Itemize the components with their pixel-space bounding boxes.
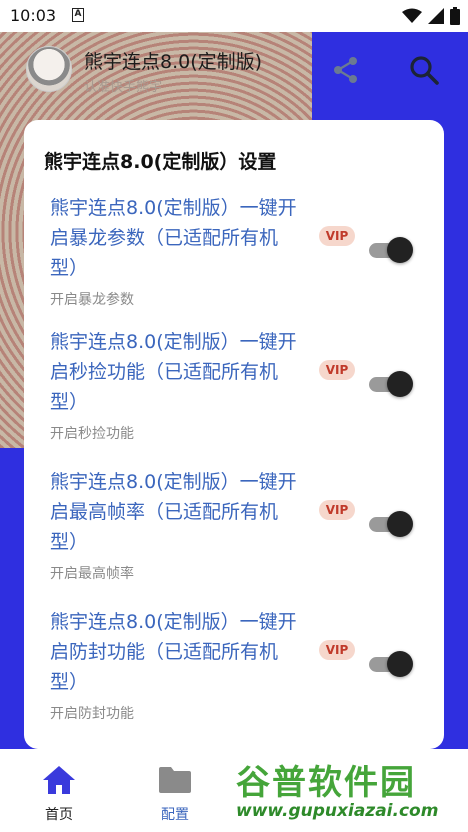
option-row-fangfeng[interactable]: 熊宇连点8.0(定制版）一键开启防封功能（已适配所有机型） VIP 开启防封功能 — [24, 607, 444, 747]
app-title: 熊宇连点8.0(定制版) — [84, 51, 263, 73]
option-row-zhenlv[interactable]: 熊宇连点8.0(定制版）一键开启最高帧率（已适配所有机型） VIP 开启最高帧率 — [24, 467, 444, 607]
toggle-thumb — [387, 511, 413, 537]
vip-badge: VIP — [319, 500, 355, 520]
option-title: 熊宇连点8.0(定制版）一键开启暴龙参数（已适配所有机型） — [50, 197, 297, 279]
option-toggle[interactable] — [369, 511, 415, 537]
nav-home-label: 首页 — [45, 807, 73, 823]
option-subtitle: 开启秒捡功能 — [50, 426, 134, 442]
bottom-navigation: 首页 配置 谷普软件园 www.gupuxiazai.com — [0, 749, 468, 832]
toggle-thumb — [387, 237, 413, 263]
settings-dialog: 熊宇连点8.0(定制版）设置 熊宇连点8.0(定制版）一键开启暴龙参数（已适配所… — [24, 120, 444, 749]
watermark-logo-text: 谷普软件园 — [236, 763, 416, 803]
vip-badge: VIP — [319, 640, 355, 660]
toggle-thumb — [387, 371, 413, 397]
avatar[interactable] — [26, 46, 72, 92]
app-author: 认准快手熊宇 — [84, 80, 163, 95]
search-button[interactable] — [408, 54, 440, 86]
option-toggle[interactable] — [369, 237, 415, 263]
search-icon — [410, 56, 439, 85]
status-time: 10:03 — [10, 6, 57, 25]
nav-config[interactable]: 配置 — [130, 749, 220, 832]
nav-home[interactable]: 首页 — [14, 749, 104, 832]
watermark-url: www.gupuxiazai.com — [236, 801, 439, 821]
home-icon — [43, 766, 75, 794]
app-header: 熊宇连点8.0(定制版) 认准快手熊宇 — [0, 32, 468, 112]
vip-badge: VIP — [319, 226, 355, 246]
notification-icon: A — [72, 8, 84, 22]
option-toggle[interactable] — [369, 651, 415, 677]
watermark: 谷普软件园 www.gupuxiazai.com — [232, 749, 468, 832]
nav-config-label: 配置 — [161, 807, 189, 823]
option-subtitle: 开启防封功能 — [50, 706, 134, 722]
folder-icon — [159, 767, 191, 793]
dialog-title: 熊宇连点8.0(定制版）设置 — [44, 151, 277, 173]
option-toggle[interactable] — [369, 371, 415, 397]
option-title: 熊宇连点8.0(定制版）一键开启最高帧率（已适配所有机型） — [50, 471, 297, 553]
share-button[interactable] — [330, 54, 362, 86]
signal-icon — [428, 8, 444, 24]
option-subtitle: 开启最高帧率 — [50, 566, 134, 582]
option-subtitle: 开启暴龙参数 — [50, 292, 134, 308]
share-icon — [334, 57, 357, 83]
toggle-thumb — [387, 651, 413, 677]
option-title: 熊宇连点8.0(定制版）一键开启秒捡功能（已适配所有机型） — [50, 331, 297, 413]
status-bar: 10:03 A — [0, 0, 468, 32]
wifi-icon — [402, 8, 422, 23]
option-row-baolong[interactable]: 熊宇连点8.0(定制版）一键开启暴龙参数（已适配所有机型） VIP 开启暴龙参数 — [24, 193, 444, 333]
option-title: 熊宇连点8.0(定制版）一键开启防封功能（已适配所有机型） — [50, 611, 297, 693]
option-row-miaojian[interactable]: 熊宇连点8.0(定制版）一键开启秒捡功能（已适配所有机型） VIP 开启秒捡功能 — [24, 327, 444, 467]
vip-badge: VIP — [319, 360, 355, 380]
status-icons — [402, 7, 460, 25]
battery-icon — [450, 7, 460, 25]
